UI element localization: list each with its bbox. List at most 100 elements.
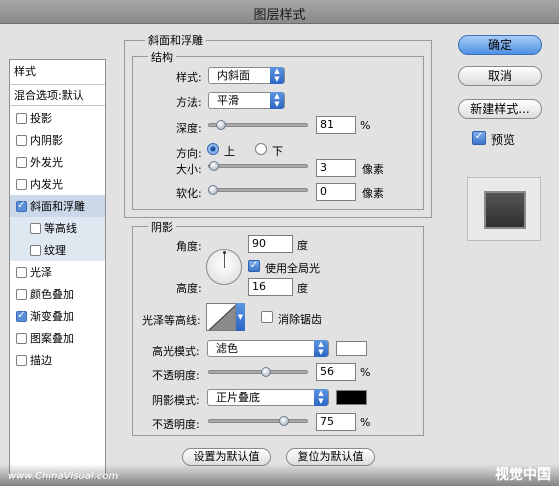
size-field[interactable]: 3 <box>316 159 356 177</box>
altitude-label: 高度: <box>176 282 202 295</box>
preview-swatch <box>484 191 526 229</box>
shadow-color-swatch[interactable] <box>336 390 367 405</box>
new-style-button[interactable]: 新建样式... <box>458 99 542 119</box>
size-slider-knob[interactable] <box>208 161 219 171</box>
ok-button[interactable]: 确定 <box>458 35 542 55</box>
style-item-checkbox[interactable] <box>30 244 41 256</box>
preview-checkbox[interactable]: ✓ <box>472 131 486 145</box>
style-item[interactable]: 光泽 <box>10 261 105 283</box>
style-item-checkbox[interactable] <box>30 222 41 234</box>
highlight-mode-select[interactable]: 滤色 ▲ ▼ <box>207 340 329 357</box>
bevel-style-select[interactable]: 内斜面 ▲ ▼ <box>208 67 285 84</box>
style-item-label: 光泽 <box>30 266 52 279</box>
style-item-label: 图案叠加 <box>30 332 74 345</box>
soften-slider-knob[interactable] <box>208 185 218 195</box>
global-light-label: 使用全局光 <box>265 262 320 275</box>
direction-label: 方向: <box>176 147 202 160</box>
style-list-header: 样式 <box>10 60 105 82</box>
highlight-mode-value: 滤色 <box>216 342 238 355</box>
highlight-opacity-slider[interactable] <box>208 370 308 374</box>
bevel-group-title: 斜面和浮雕 <box>145 32 206 48</box>
dialog-content: 样式 混合选项:默认 投影 内阴影 外发光 内发光 ✓ 斜面和浮雕 等高线 纹理 光泽 颜色叠加 ✓… <box>0 24 559 486</box>
direction-up-label: 上 <box>224 145 235 158</box>
direction-down-radio[interactable] <box>255 143 267 155</box>
depth-slider-knob[interactable] <box>215 120 226 130</box>
shadow-mode-select[interactable]: 正片叠底 ▲ ▼ <box>207 389 329 406</box>
style-item[interactable]: 纹理 <box>10 239 105 261</box>
style-item-checkbox[interactable] <box>16 354 27 366</box>
style-item[interactable]: ✓ 渐变叠加 <box>10 305 105 327</box>
altitude-field[interactable]: 16 <box>248 278 293 296</box>
contour-dropdown-arrow-icon[interactable]: ▼ <box>236 303 245 331</box>
shadow-opacity-label: 不透明度: <box>152 418 200 431</box>
direction-down-label: 下 <box>272 145 283 158</box>
style-label: 样式: <box>176 71 202 84</box>
shadow-opacity-slider[interactable] <box>208 419 308 423</box>
shadow-opacity-unit: % <box>360 416 371 429</box>
size-unit: 像素 <box>362 163 384 176</box>
style-list: 样式 混合选项:默认 投影 内阴影 外发光 内发光 ✓ 斜面和浮雕 等高线 纹理 光泽 颜色叠加 ✓… <box>9 59 106 479</box>
style-item[interactable]: 图案叠加 <box>10 327 105 349</box>
gloss-contour-preview[interactable] <box>206 303 236 331</box>
soften-label: 软化: <box>176 187 202 200</box>
title-bar: 图层样式 <box>0 0 559 24</box>
style-item-checkbox[interactable] <box>16 156 27 168</box>
technique-select[interactable]: 平滑 ▲ ▼ <box>208 92 285 109</box>
blend-options-item[interactable]: 混合选项:默认 <box>10 84 105 106</box>
style-item-checkbox[interactable] <box>16 288 27 300</box>
style-item-label: 内阴影 <box>30 134 63 147</box>
style-item[interactable]: 外发光 <box>10 151 105 173</box>
bevel-style-value: 内斜面 <box>217 69 250 82</box>
style-item[interactable]: 颜色叠加 <box>10 283 105 305</box>
style-item[interactable]: 等高线 <box>10 217 105 239</box>
angle-needle <box>224 252 225 268</box>
style-item-label: 纹理 <box>44 244 66 257</box>
style-item[interactable]: 内发光 <box>10 173 105 195</box>
style-item[interactable]: 内阴影 <box>10 129 105 151</box>
style-item-checkbox[interactable] <box>16 332 27 344</box>
light-source-dot <box>223 251 226 254</box>
soften-unit: 像素 <box>362 187 384 200</box>
soften-slider[interactable] <box>208 188 308 192</box>
style-item[interactable]: 描边 <box>10 349 105 371</box>
style-item-label: 外发光 <box>30 156 63 169</box>
global-light-checkbox[interactable]: ✓ <box>248 260 260 272</box>
style-item-checkbox[interactable] <box>16 178 27 190</box>
style-item-checkbox[interactable] <box>16 112 27 124</box>
style-item-label: 颜色叠加 <box>30 288 74 301</box>
style-item-checkbox[interactable] <box>16 266 27 278</box>
anti-alias-checkbox[interactable] <box>261 311 273 323</box>
highlight-color-swatch[interactable] <box>336 341 367 356</box>
style-item[interactable]: ✓ 斜面和浮雕 <box>10 195 105 217</box>
angle-label: 角度: <box>176 240 202 253</box>
style-item-checkbox[interactable]: ✓ <box>16 200 27 212</box>
style-item-checkbox[interactable] <box>16 134 27 146</box>
shading-title: 阴影 <box>148 219 176 235</box>
cancel-button[interactable]: 取消 <box>458 66 542 86</box>
angle-field[interactable]: 90 <box>248 235 293 253</box>
depth-label: 深度: <box>176 122 202 135</box>
depth-unit: % <box>360 119 371 132</box>
style-item-checkbox[interactable]: ✓ <box>16 310 27 322</box>
size-slider[interactable] <box>208 164 308 168</box>
style-item[interactable]: 投影 <box>10 107 105 129</box>
style-item-label: 投影 <box>30 112 52 125</box>
soften-field[interactable]: 0 <box>316 183 356 201</box>
angle-dial[interactable] <box>206 249 242 285</box>
style-item-label: 等高线 <box>44 222 77 235</box>
direction-up-radio[interactable] <box>207 143 219 155</box>
altitude-unit: 度 <box>297 282 308 295</box>
style-item-label: 斜面和浮雕 <box>30 200 85 213</box>
select-arrow-icon: ▲ ▼ <box>270 92 284 109</box>
select-arrow-icon: ▲ ▼ <box>270 67 284 84</box>
method-label: 方法: <box>176 96 202 109</box>
size-label: 大小: <box>176 163 202 176</box>
depth-field[interactable]: 81 <box>316 116 356 134</box>
highlight-mode-label: 高光模式: <box>152 345 200 358</box>
highlight-opacity-unit: % <box>360 366 371 379</box>
style-item-label: 描边 <box>30 354 52 367</box>
shadow-opacity-field[interactable]: 75 <box>316 413 356 431</box>
highlight-opacity-field[interactable]: 56 <box>316 363 356 381</box>
shadow-mode-label: 阴影模式: <box>152 394 200 407</box>
technique-value: 平滑 <box>217 94 239 107</box>
